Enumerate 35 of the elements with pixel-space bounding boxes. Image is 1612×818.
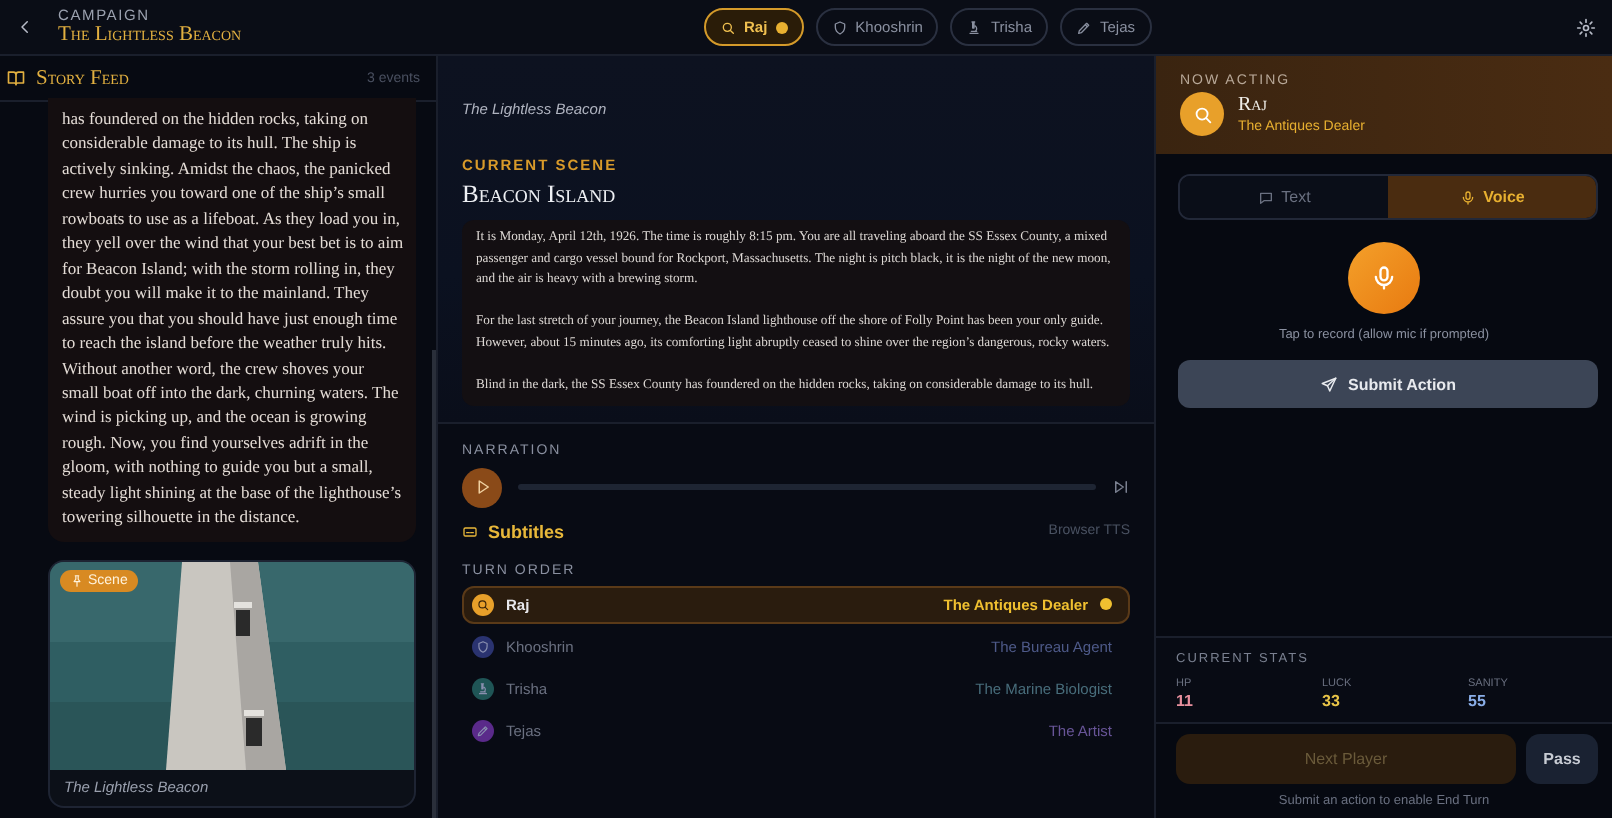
mode-tab[interactable]: Text [1180, 176, 1388, 218]
mode-tab[interactable]: Voice [1388, 176, 1596, 218]
microphone-icon [1370, 264, 1398, 292]
campaign-title: The Lightless Beacon [58, 25, 242, 46]
book-icon [6, 68, 26, 88]
pin-icon [70, 573, 84, 588]
back-button[interactable] [16, 18, 34, 36]
skip-button[interactable] [1112, 478, 1130, 497]
settings-icon [1576, 17, 1596, 37]
play-icon [473, 478, 491, 497]
settings-button[interactable] [1576, 17, 1596, 37]
play-button[interactable] [462, 467, 502, 508]
story-text: has foundered on the hidden rocks, taking on considerable damage to its hull. The ship is actively sinking. Amidst the chaos, the panicked crew hurries you toward one of the ship’s small rowboats to use as a lifeboat. As they load you in, they yell over the wind that your best bet is to aim for Beacon Island; with the storm rolling in, they doubt you will make it to the mainland. They assure you that you should have just enough time to reach the island before the weather truly hits. Without another word, the crew shoves your small boat off into the dark, churning waters. The wind is picking up, and the ocean is growing rough. Now, you find yourselves adrift in the gloom, with nothing to guide you but a small, steady light shining at the base of the lighthouse’s towering silhouette in the distance. [48, 98, 416, 542]
stat-value: 11 [1176, 692, 1195, 710]
chevron-left-icon [16, 18, 34, 36]
chat-icon [1257, 189, 1274, 205]
active-dot [775, 21, 788, 33]
active-dot [1100, 598, 1112, 611]
pass-button[interactable]: Pass [1526, 734, 1598, 784]
scene-title: Beacon Island [462, 180, 618, 210]
stat-value: 55 [1468, 692, 1488, 710]
search-icon [720, 19, 736, 35]
record-button[interactable] [1348, 242, 1420, 314]
pen-icon [1076, 19, 1093, 35]
skip-icon [1112, 478, 1130, 497]
microscope-icon [966, 19, 983, 35]
microphone-icon [1459, 189, 1476, 205]
shield-icon [831, 19, 848, 35]
search-icon [1191, 103, 1213, 125]
submit-button[interactable]: Submit Action [1178, 360, 1598, 408]
send-icon [1320, 375, 1339, 393]
subtitles-toggle[interactable]: Subtitles [462, 521, 565, 542]
panel-title: Story Feed [36, 67, 129, 89]
subtitles-icon [462, 523, 478, 540]
stat-value: 33 [1322, 692, 1342, 710]
